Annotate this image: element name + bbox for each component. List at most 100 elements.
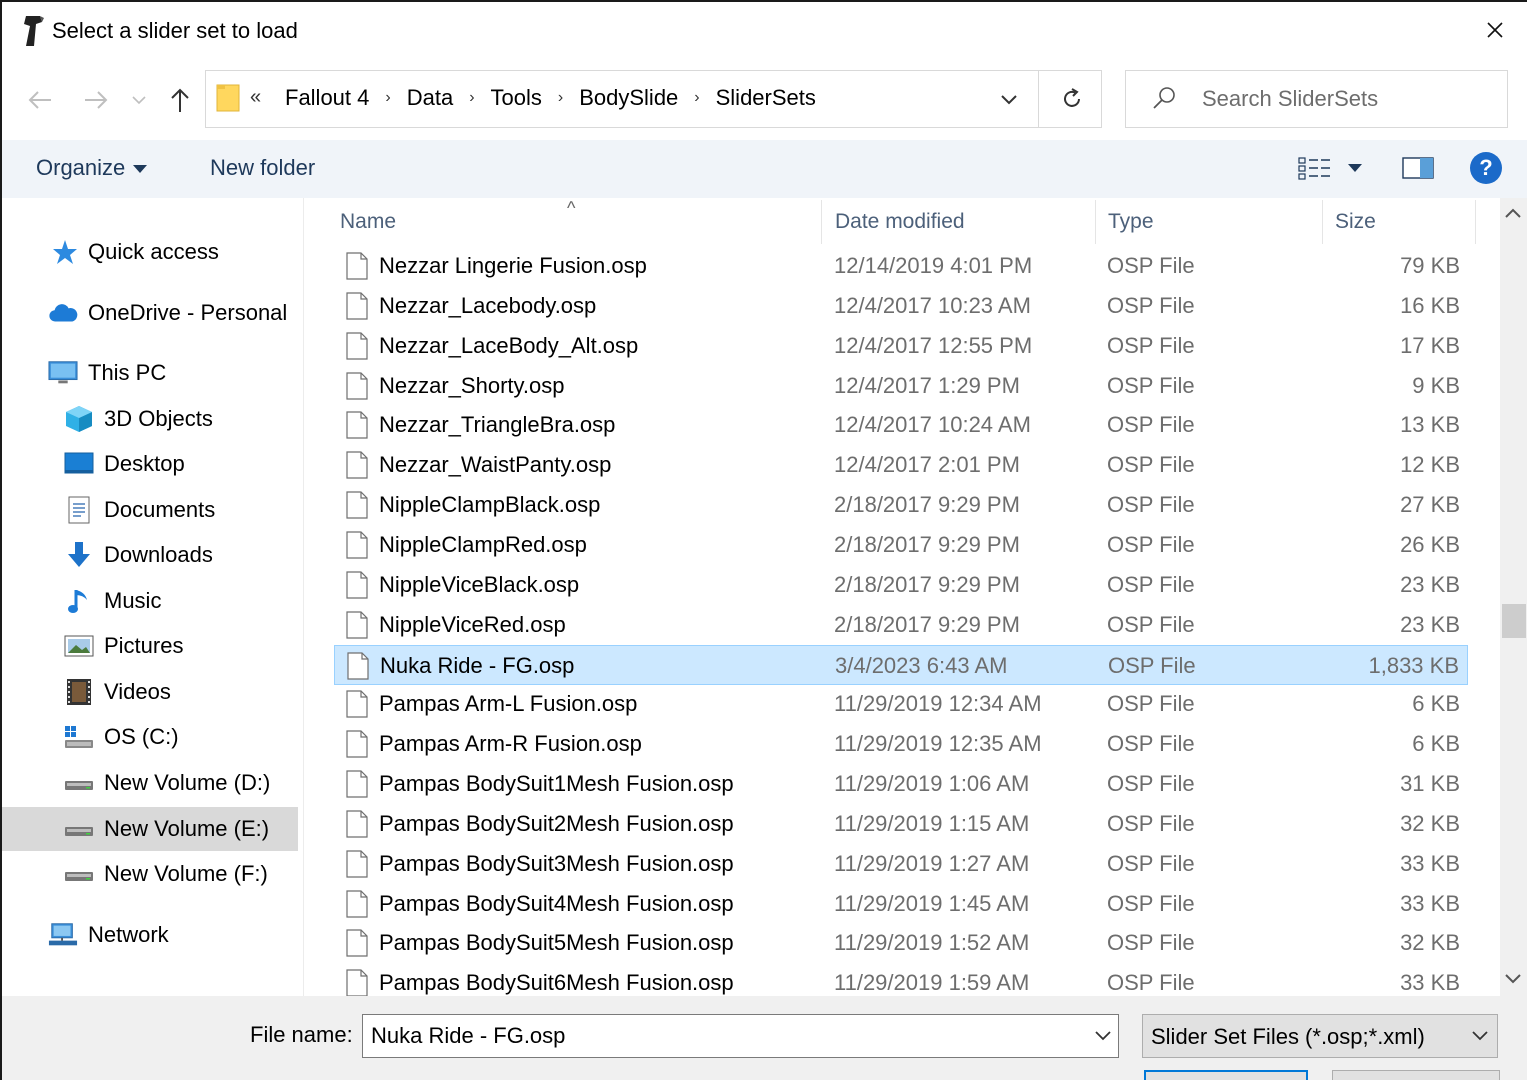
new-folder-button[interactable]: New folder: [210, 155, 315, 181]
chevron-right-icon[interactable]: ›: [682, 89, 711, 107]
file-row[interactable]: NippleClampBlack.osp 2/18/2017 9:29 PM OSP…: [334, 485, 1468, 525]
navpane-item-music[interactable]: Music: [2, 579, 298, 623]
chevron-right-icon[interactable]: ›: [457, 89, 486, 107]
file-name-cell: Nezzar_WaistPanty.osp: [379, 452, 612, 478]
date-modified-cell: 12/14/2019 4:01 PM: [834, 253, 1033, 278]
chevron-right-icon[interactable]: ›: [546, 89, 575, 107]
navpane-item-desktop[interactable]: Desktop: [2, 442, 298, 486]
scroll-up-icon[interactable]: [1504, 206, 1522, 224]
close-button[interactable]: [1475, 12, 1515, 48]
navpane-item-new-volume-f[interactable]: New Volume (F:): [2, 852, 298, 896]
navpane-item-pictures[interactable]: Pictures: [2, 624, 298, 668]
file-row[interactable]: NippleViceBlack.osp 2/18/2017 9:29 PM OSP …: [334, 565, 1468, 605]
size-cell: 16 KB: [1400, 292, 1460, 318]
file-type-select[interactable]: Slider Set Files (*.osp;*.xml): [1142, 1014, 1498, 1058]
address-dropdown-button[interactable]: [994, 85, 1024, 115]
address-overflow[interactable]: «: [250, 86, 261, 109]
preview-pane-button[interactable]: [1402, 156, 1434, 185]
open-button[interactable]: [1144, 1070, 1308, 1080]
file-name-combobox[interactable]: [362, 1014, 1119, 1058]
column-divider[interactable]: [821, 200, 822, 244]
type-cell: OSP File: [1107, 531, 1195, 557]
download-arrow-icon: [64, 540, 94, 570]
chevron-right-icon[interactable]: ›: [373, 89, 402, 107]
file-row[interactable]: Nezzar_WaistPanty.osp 12/4/2017 2:01 PM OS…: [334, 445, 1468, 485]
navpane-label: Music: [104, 588, 162, 613]
file-row[interactable]: NippleViceRed.osp 2/18/2017 9:29 PM OSP Fi…: [334, 605, 1468, 645]
file-row[interactable]: Pampas Arm-R Fusion.osp 11/29/2019 12:35 …: [334, 724, 1468, 764]
address-bar[interactable]: « Fallout 4 › Data › Tools › BodySlide ›…: [205, 70, 1102, 128]
column-header-name[interactable]: Name: [340, 210, 396, 234]
scroll-down-icon[interactable]: [1504, 972, 1522, 990]
file-row[interactable]: Nezzar_Shorty.osp 12/4/2017 1:29 PM OSP Fi…: [334, 366, 1468, 406]
search-box[interactable]: [1125, 70, 1508, 128]
breadcrumb-item[interactable]: Tools: [487, 85, 546, 111]
file-name-cell: NippleViceRed.osp: [379, 611, 566, 637]
navpane-item-new-volume-e[interactable]: New Volume (E:): [2, 807, 298, 851]
file-row[interactable]: NippleClampRed.osp 2/18/2017 9:29 PM OSP F…: [334, 525, 1468, 565]
file-row[interactable]: Pampas BodySuit2Mesh Fusion.osp 11/29/201…: [334, 804, 1468, 844]
vertical-scrollbar[interactable]: [1500, 198, 1527, 996]
navpane-item-documents[interactable]: Documents: [2, 488, 298, 532]
date-modified-cell: 2/18/2017 9:29 PM: [834, 571, 1020, 597]
file-row[interactable]: Pampas Arm-L Fusion.osp 11/29/2019 12:34 …: [334, 684, 1468, 724]
file-row[interactable]: Nezzar Lingerie Fusion.osp 12/14/2019 4:0…: [334, 246, 1468, 286]
file-name-cell: NippleClampBlack.osp: [379, 492, 601, 518]
file-name-cell: Pampas Arm-R Fusion.osp: [379, 731, 642, 757]
file-name-input[interactable]: [371, 1021, 1071, 1051]
file-row[interactable]: Nezzar_TriangleBra.osp 12/4/2017 10:24 AM…: [334, 405, 1468, 445]
file-row[interactable]: Pampas BodySuit3Mesh Fusion.osp 11/29/201…: [334, 844, 1468, 884]
navpane-item-new-volume-d[interactable]: New Volume (D:): [2, 761, 298, 805]
breadcrumb-item[interactable]: BodySlide: [575, 85, 682, 111]
view-options-caret-icon[interactable]: [1348, 164, 1362, 172]
navpane-item-quick-access[interactable]: Quick access: [2, 230, 298, 274]
column-header-date-modified[interactable]: Date modified: [835, 210, 965, 234]
type-cell: OSP File: [1107, 412, 1195, 438]
file-row[interactable]: Pampas BodySuit5Mesh Fusion.osp 11/29/201…: [334, 923, 1468, 963]
size-cell: 27 KB: [1400, 492, 1460, 518]
forward-button[interactable]: [78, 82, 114, 118]
breadcrumb-item[interactable]: SliderSets: [712, 85, 820, 111]
breadcrumb-item[interactable]: Data: [403, 85, 457, 111]
organize-button[interactable]: Organize: [36, 155, 148, 181]
scrollbar-thumb[interactable]: [1502, 604, 1526, 638]
search-input[interactable]: [1202, 83, 1492, 115]
navpane-item-downloads[interactable]: Downloads: [2, 533, 298, 577]
file-row[interactable]: Pampas BodySuit1Mesh Fusion.osp 11/29/201…: [334, 764, 1468, 804]
breadcrumb-item[interactable]: Fallout 4: [281, 85, 373, 111]
back-button[interactable]: [22, 82, 58, 118]
column-divider[interactable]: [1095, 200, 1096, 244]
view-options-button[interactable]: [1298, 156, 1332, 185]
help-button[interactable]: ?: [1470, 152, 1502, 184]
refresh-button[interactable]: [1056, 83, 1088, 115]
navpane-label: Quick access: [88, 239, 219, 264]
navpane-item-os-c[interactable]: OS (C:): [2, 715, 298, 759]
window-title: Select a slider set to load: [52, 18, 298, 43]
caret-down-icon: [133, 165, 148, 174]
size-cell: 33 KB: [1400, 890, 1460, 916]
chevron-down-icon[interactable]: [1094, 1025, 1112, 1050]
recent-locations-button[interactable]: [124, 82, 154, 118]
column-divider[interactable]: [1475, 200, 1476, 244]
navpane-item-3d-objects[interactable]: 3D Objects: [2, 397, 298, 441]
file-icon: [346, 332, 368, 365]
column-header-type[interactable]: Type: [1108, 210, 1154, 234]
file-open-dialog: Select a slider set to load « Fallout 4 …: [0, 0, 1527, 1080]
file-row[interactable]: Nuka Ride - FG.osp 3/4/2023 6:43 AM OSP Fi…: [334, 644, 1468, 685]
up-button[interactable]: [162, 82, 198, 118]
file-row[interactable]: Nezzar_LaceBody_Alt.osp 12/4/2017 12:55 P…: [334, 326, 1468, 366]
file-row[interactable]: Nezzar_Lacebody.osp 12/4/2017 10:23 AM OSP…: [334, 286, 1468, 326]
column-header-size[interactable]: Size: [1335, 210, 1376, 234]
navpane-item-network[interactable]: Network: [2, 913, 298, 957]
desktop-icon: [64, 449, 94, 479]
column-divider[interactable]: [1322, 200, 1323, 244]
navpane-item-onedrive[interactable]: OneDrive - Personal: [2, 291, 298, 335]
navpane-item-videos[interactable]: Videos: [2, 670, 298, 714]
search-icon: [1152, 85, 1178, 116]
date-modified-cell: 11/29/2019 1:52 AM: [834, 930, 1030, 956]
file-row[interactable]: Pampas BodySuit4Mesh Fusion.osp 11/29/201…: [334, 884, 1468, 924]
file-icon: [346, 491, 368, 524]
navpane-item-this-pc[interactable]: This PC: [2, 351, 298, 395]
cancel-button[interactable]: [1332, 1070, 1500, 1080]
file-row[interactable]: Pampas BodySuit6Mesh Fusion.osp 11/29/201…: [334, 963, 1468, 996]
